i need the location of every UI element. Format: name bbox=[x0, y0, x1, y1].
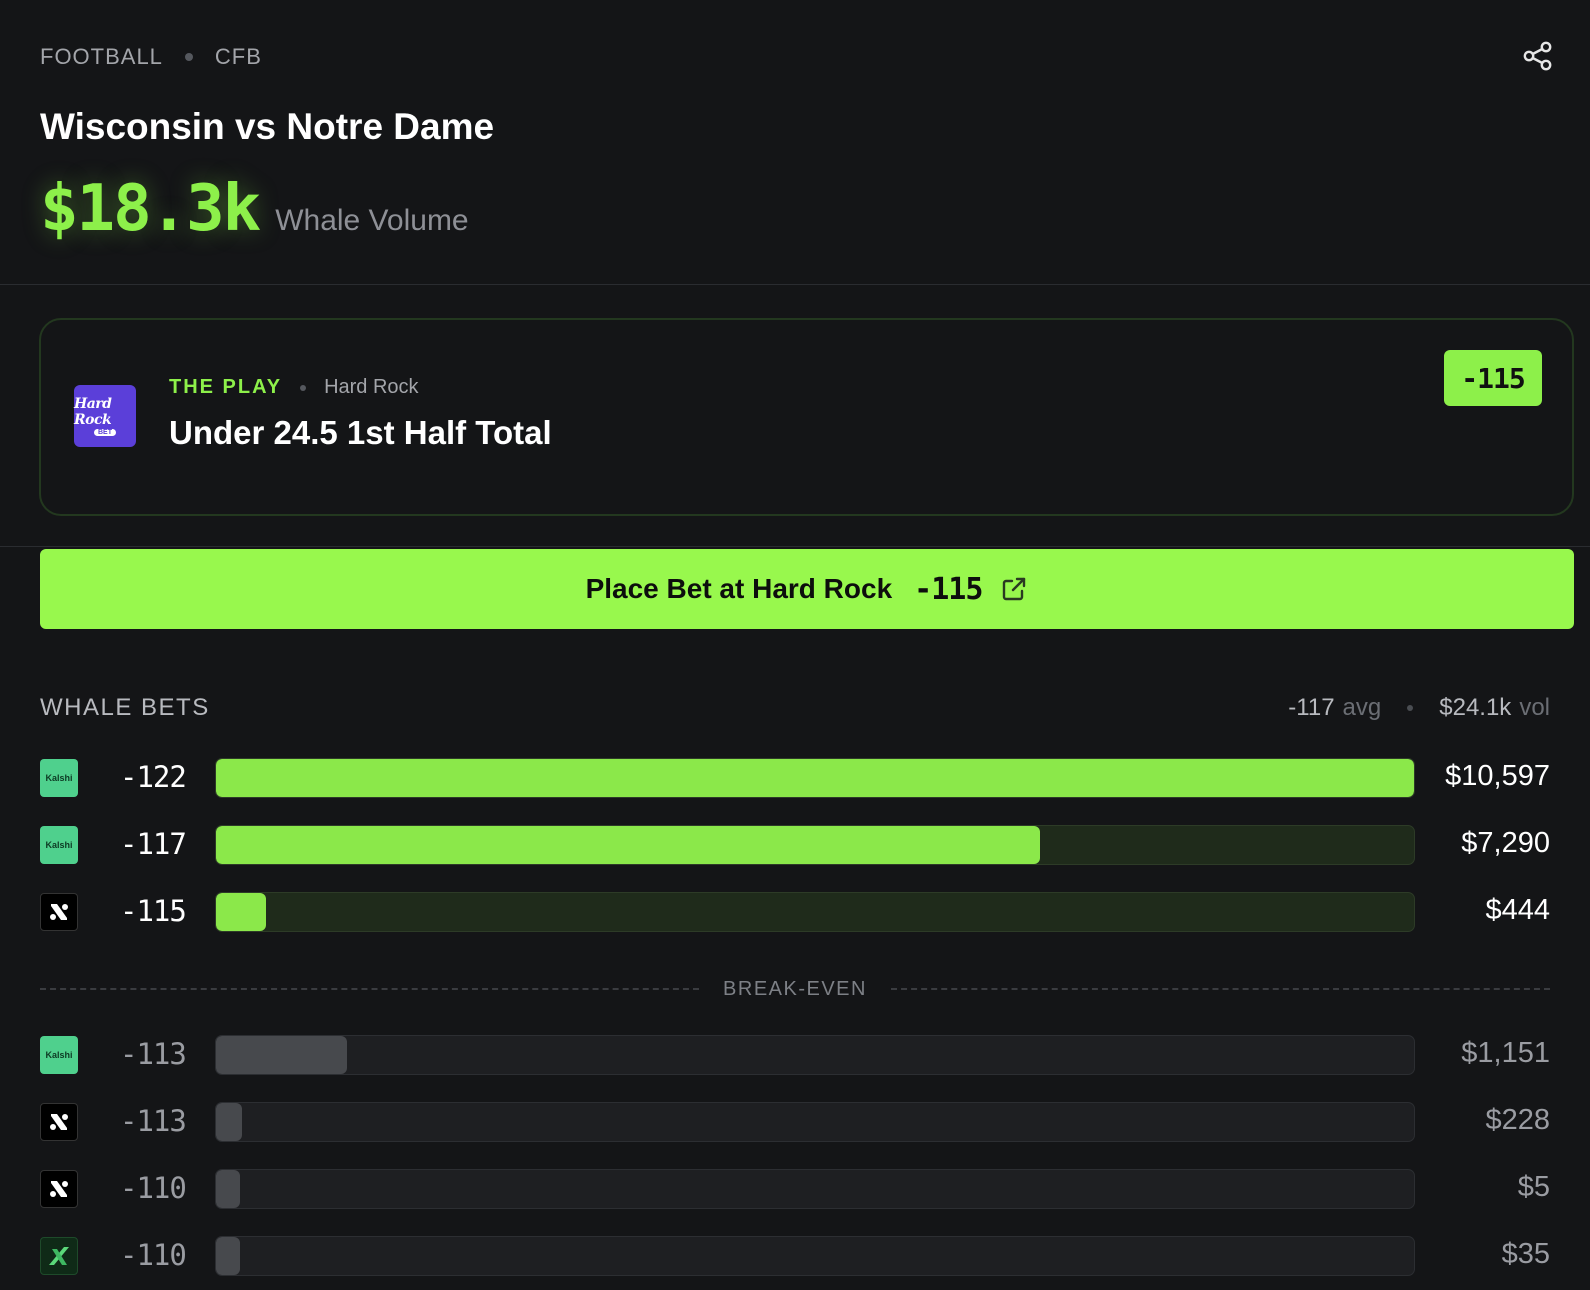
break-even-label: BREAK-EVEN bbox=[723, 977, 867, 1000]
break-even-divider: BREAK-EVEN bbox=[40, 974, 1550, 1004]
whale-bet-row[interactable]: -110 $35 bbox=[0, 1236, 1590, 1276]
volume-bar-track bbox=[215, 1169, 1415, 1209]
volume-bar-fill bbox=[216, 826, 1040, 864]
bet-odds: -113 bbox=[120, 1104, 187, 1138]
bet-amount: $228 bbox=[1485, 1104, 1550, 1136]
hard-rock-logo: Hard Rock BET bbox=[74, 385, 136, 447]
stats-separator bbox=[1407, 705, 1414, 711]
bet-odds: -110 bbox=[120, 1238, 187, 1272]
place-bet-label: Place Bet at Hard Rock bbox=[585, 573, 893, 604]
avg-odds-unit: avg bbox=[1342, 694, 1382, 721]
page: FOOTBALL CFB Wisconsin vs Notre Dame $18… bbox=[0, 0, 1590, 1290]
volume-bar-fill bbox=[216, 1170, 240, 1208]
bet-odds: -122 bbox=[120, 760, 187, 794]
page-title: Wisconsin vs Notre Dame bbox=[40, 106, 495, 147]
bet-amount: $1,151 bbox=[1461, 1037, 1550, 1069]
volume-bar-track bbox=[215, 1236, 1415, 1276]
breadcrumb-league[interactable]: CFB bbox=[215, 44, 262, 70]
volume-bar-track bbox=[215, 892, 1415, 932]
bet-odds: -110 bbox=[120, 1171, 187, 1205]
whale-bet-row[interactable]: Kalshi -113 $1,151 bbox=[0, 1035, 1590, 1075]
bet-odds: -115 bbox=[120, 894, 187, 928]
play-title: Under 24.5 1st Half Total bbox=[169, 414, 552, 451]
whale-volume: $18.3k Whale Volume bbox=[40, 172, 469, 246]
kalshi-logo: Kalshi bbox=[40, 759, 78, 797]
volume-bar-track bbox=[215, 825, 1415, 865]
breadcrumb-separator bbox=[184, 53, 193, 61]
play-meta-separator bbox=[300, 384, 307, 391]
kalshi-logo: Kalshi bbox=[40, 1036, 78, 1074]
whale-volume-label: Whale Volume bbox=[275, 204, 469, 237]
novig-logo bbox=[40, 893, 78, 931]
play-odds-badge: -115 bbox=[1444, 350, 1542, 406]
bet-amount: $444 bbox=[1485, 894, 1550, 926]
play-label: THE PLAY bbox=[169, 376, 283, 398]
breadcrumb-sport[interactable]: FOOTBALL bbox=[40, 44, 163, 70]
bet-amount: $5 bbox=[1517, 1171, 1550, 1203]
section-divider bbox=[0, 546, 1590, 547]
total-vol-unit: vol bbox=[1519, 694, 1550, 721]
avg-odds-value: -117 bbox=[1288, 694, 1335, 721]
play-book-name: Hard Rock bbox=[324, 376, 419, 398]
play-meta: THE PLAY Hard Rock bbox=[169, 376, 419, 399]
volume-bar-fill bbox=[216, 893, 266, 931]
bet-amount: $7,290 bbox=[1461, 827, 1550, 859]
bet-odds: -113 bbox=[120, 1037, 187, 1071]
volume-bar-track bbox=[215, 758, 1415, 798]
volume-bar-track bbox=[215, 1035, 1415, 1075]
whale-bet-row[interactable]: Kalshi -122 $10,597 bbox=[0, 758, 1590, 798]
prophetx-logo bbox=[40, 1237, 78, 1275]
whale-bets-stats: -117 avg $24.1k vol bbox=[1288, 694, 1550, 722]
volume-bar-fill bbox=[216, 1237, 240, 1275]
kalshi-logo: Kalshi bbox=[40, 826, 78, 864]
volume-bar-fill bbox=[216, 759, 1414, 797]
share-icon[interactable] bbox=[1522, 40, 1554, 72]
volume-bar-track bbox=[215, 1102, 1415, 1142]
whale-bet-row[interactable]: -113 $228 bbox=[0, 1102, 1590, 1142]
total-vol-value: $24.1k bbox=[1439, 694, 1512, 721]
breadcrumb: FOOTBALL CFB bbox=[40, 44, 262, 70]
place-bet-button[interactable]: Place Bet at Hard Rock -115 bbox=[40, 549, 1574, 629]
volume-bar-fill bbox=[216, 1103, 242, 1141]
whale-bet-row[interactable]: -110 $5 bbox=[0, 1169, 1590, 1209]
game-header: FOOTBALL CFB Wisconsin vs Notre Dame $18… bbox=[0, 0, 1590, 285]
bet-odds: -117 bbox=[120, 827, 187, 861]
whale-bets-title: WHALE BETS bbox=[40, 694, 210, 721]
volume-bar-fill bbox=[216, 1036, 347, 1074]
external-link-icon bbox=[1003, 577, 1026, 601]
place-bet-odds: -115 bbox=[914, 571, 983, 607]
the-play-card[interactable]: Hard Rock BET THE PLAY Hard Rock Under 2… bbox=[39, 318, 1574, 516]
bet-amount: $35 bbox=[1501, 1238, 1550, 1270]
novig-logo bbox=[40, 1170, 78, 1208]
novig-logo bbox=[40, 1103, 78, 1141]
whale-bet-row[interactable]: Kalshi -117 $7,290 bbox=[0, 825, 1590, 865]
whale-bets-header: WHALE BETS -117 avg $24.1k vol bbox=[40, 694, 1550, 722]
whale-bet-row[interactable]: -115 $444 bbox=[0, 892, 1590, 932]
bet-amount: $10,597 bbox=[1445, 760, 1550, 792]
whale-volume-value: $18.3k bbox=[40, 172, 261, 246]
